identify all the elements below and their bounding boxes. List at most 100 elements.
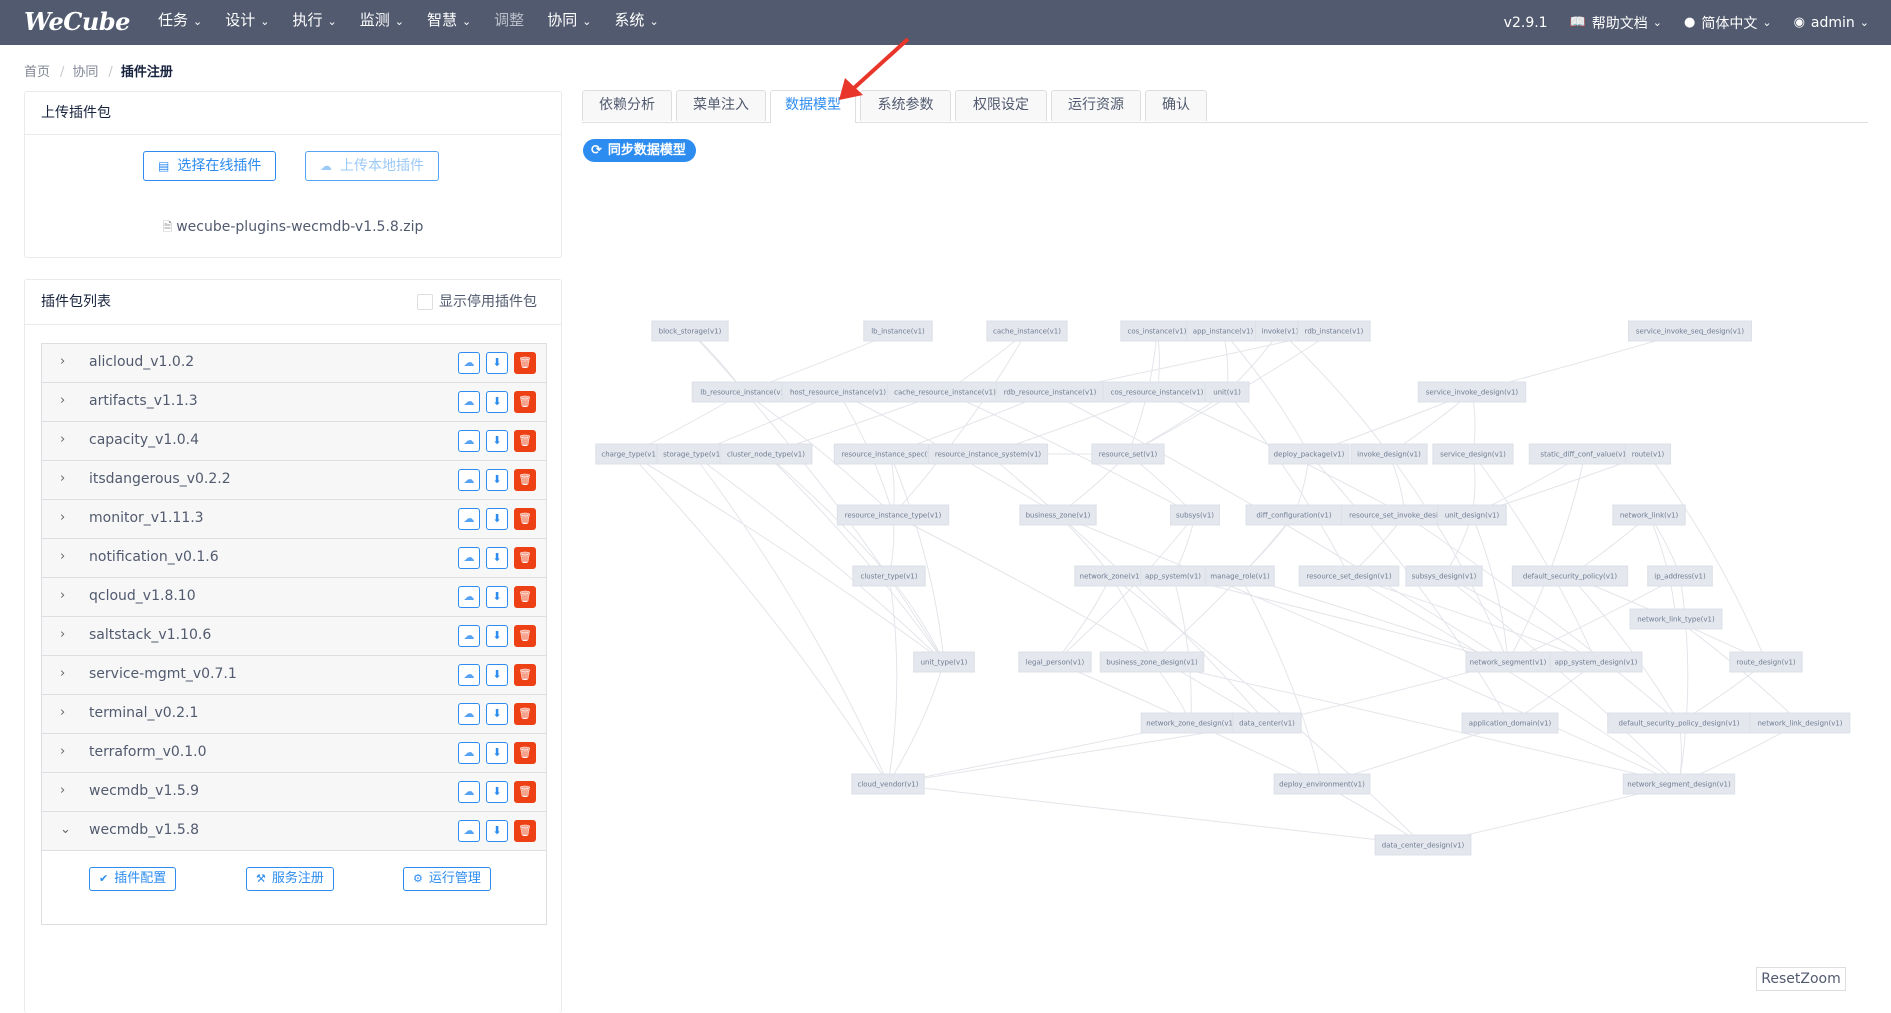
entity-node[interactable]: cache_instance(v1) <box>986 320 1068 342</box>
entity-node[interactable]: application_domain(v1) <box>1461 712 1559 734</box>
entity-node-label: resource_instance_type(v1) <box>845 512 942 520</box>
entity-node[interactable]: cos_instance(v1) <box>1120 320 1194 342</box>
entity-node[interactable]: resource_instance_type(v1) <box>836 504 950 526</box>
data-model-graph[interactable]: block_storage(v1) lb_instance(v1) cache_in… <box>0 0 1891 1012</box>
entity-node[interactable]: rdb_resource_instance(v1) <box>995 381 1105 403</box>
entity-node-label: rdb_instance(v1) <box>1305 328 1364 336</box>
entity-node[interactable]: cloud_vendor(v1) <box>851 773 925 795</box>
entity-node-label: app_system_design(v1) <box>1555 659 1638 667</box>
entity-node-label: network_segment_design(v1) <box>1627 781 1731 789</box>
entity-node[interactable]: data_center(v1) <box>1232 712 1302 734</box>
entity-node[interactable]: network_link_type(v1) <box>1629 608 1723 630</box>
entity-node[interactable]: subsys_design(v1) <box>1405 565 1483 587</box>
entity-node[interactable]: service_design(v1) <box>1432 443 1514 465</box>
entity-node-label: subsys_design(v1) <box>1412 573 1477 581</box>
entity-node-label: business_zone_design(v1) <box>1106 659 1198 667</box>
entity-node[interactable]: service_invoke_seq_design(v1) <box>1627 320 1753 342</box>
reset-zoom-button[interactable]: ResetZoom <box>1756 967 1846 991</box>
entity-node[interactable]: cluster_type(v1) <box>852 565 926 587</box>
entity-node[interactable]: network_link(v1) <box>1612 504 1686 526</box>
entity-node[interactable]: app_system(v1) <box>1140 565 1206 587</box>
entity-node-label: rdb_resource_instance(v1) <box>1004 389 1097 397</box>
entity-node[interactable]: cluster_node_type(v1) <box>719 443 813 465</box>
entity-node-label: unit_design(v1) <box>1445 512 1500 520</box>
entity-node[interactable]: app_system_design(v1) <box>1549 651 1643 673</box>
relation-edge <box>1279 330 1390 455</box>
entity-node[interactable]: app_instance(v1) <box>1186 320 1260 342</box>
entity-node[interactable]: host_resource_instance(v1) <box>781 381 895 403</box>
entity-node[interactable]: diff_configuration(v1) <box>1245 504 1343 526</box>
entity-node-label: cluster_node_type(v1) <box>727 451 805 459</box>
entity-node[interactable]: subsys(v1) <box>1170 504 1220 526</box>
entity-node[interactable]: deploy_package(v1) <box>1268 443 1350 465</box>
entity-node[interactable]: ip_address(v1) <box>1647 565 1713 587</box>
entity-node[interactable]: route_design(v1) <box>1729 651 1803 673</box>
entity-node[interactable]: business_zone_design(v1) <box>1099 651 1205 673</box>
entity-node[interactable]: network_zone_design(v1) <box>1140 712 1242 734</box>
entity-node[interactable]: default_security_policy_design(v1) <box>1607 712 1751 734</box>
entity-node[interactable]: network_link_design(v1) <box>1749 712 1851 734</box>
relation-edge <box>892 514 1268 724</box>
relation-edge <box>1110 575 1424 846</box>
entity-node-label: block_storage(v1) <box>659 328 722 336</box>
entity-node[interactable]: rdb_instance(v1) <box>1297 320 1371 342</box>
entity-node-label: network_link_design(v1) <box>1757 720 1842 728</box>
entity-node[interactable]: manage_role(v1) <box>1205 565 1275 587</box>
entity-node[interactable]: unit_type(v1) <box>913 651 975 673</box>
relation-edge <box>1348 575 1680 785</box>
entity-node[interactable]: deploy_environment(v1) <box>1273 773 1371 795</box>
entity-node-label: network_zone_design(v1) <box>1146 720 1236 728</box>
entity-node-label: network_link_type(v1) <box>1637 616 1715 624</box>
entity-node[interactable]: unit_design(v1) <box>1437 504 1507 526</box>
entity-node-label: cache_instance(v1) <box>993 328 1061 336</box>
entity-node-label: subsys(v1) <box>1176 512 1214 520</box>
relation-edge <box>629 453 945 663</box>
entity-node-label: data_center(v1) <box>1239 720 1295 728</box>
entity-node-label: diff_configuration(v1) <box>1256 512 1331 520</box>
entity-node[interactable]: invoke(v1) <box>1255 320 1305 342</box>
entity-node-label: static_diff_conf_value(v1) <box>1540 451 1629 459</box>
entity-node-label: cos_resource_instance(v1) <box>1111 389 1204 397</box>
entity-node-label: deploy_environment(v1) <box>1279 781 1365 789</box>
entity-node[interactable]: network_segment(v1) <box>1465 651 1551 673</box>
relation-edge <box>892 330 1028 516</box>
entity-node[interactable]: unit(v1) <box>1204 381 1250 403</box>
relation-edge <box>689 330 945 663</box>
entity-node[interactable]: resource_set_design(v1) <box>1298 565 1400 587</box>
entity-node[interactable]: network_segment_design(v1) <box>1622 773 1736 795</box>
relation-edge <box>1172 575 1192 724</box>
entity-node-label: route(v1) <box>1632 451 1665 459</box>
entity-node-label: service_invoke_seq_design(v1) <box>1636 328 1744 336</box>
entity-node[interactable]: cos_resource_instance(v1) <box>1102 381 1212 403</box>
entity-node-label: data_center_design(v1) <box>1382 842 1465 850</box>
relation-edge <box>1678 575 1689 785</box>
entity-node[interactable]: data_center_design(v1) <box>1374 834 1472 856</box>
entity-node-label: service_invoke_design(v1) <box>1426 389 1519 397</box>
entity-node-label: cache_resource_instance(v1) <box>894 389 996 397</box>
entity-node[interactable]: resource_instance_system(v1) <box>927 443 1049 465</box>
entity-node-label: legal_person(v1) <box>1026 659 1085 667</box>
entity-node[interactable]: lb_instance(v1) <box>863 320 933 342</box>
entity-node[interactable]: storage_type(v1) <box>656 443 730 465</box>
entity-node[interactable]: static_diff_conf_value(v1) <box>1528 443 1642 465</box>
relation-edge <box>1057 514 1680 785</box>
entity-node-label: manage_role(v1) <box>1210 573 1270 581</box>
entity-node-label: host_resource_instance(v1) <box>790 389 886 397</box>
entity-node[interactable]: route(v1) <box>1624 443 1672 465</box>
entity-node-label: app_instance(v1) <box>1193 328 1254 336</box>
entity-node-label: charge_type(v1) <box>601 451 659 459</box>
entity-node[interactable]: service_invoke_design(v1) <box>1417 381 1527 403</box>
entity-node[interactable]: network_zone(v1) <box>1074 565 1148 587</box>
entity-node[interactable]: legal_person(v1) <box>1018 651 1092 673</box>
relation-edge <box>692 453 945 663</box>
entity-node[interactable]: cache_resource_instance(v1) <box>886 381 1004 403</box>
entity-node[interactable]: default_security_policy(v1) <box>1511 565 1629 587</box>
relation-edge <box>1647 453 1767 663</box>
entity-node[interactable]: lb_resource_instance(v1) <box>691 381 797 403</box>
entity-node[interactable]: business_zone(v1) <box>1019 504 1097 526</box>
relation-edge <box>1049 391 1509 663</box>
entity-node[interactable]: charge_type(v1) <box>595 443 665 465</box>
entity-node[interactable]: resource_set(v1) <box>1091 443 1165 465</box>
entity-node[interactable]: invoke_design(v1) <box>1350 443 1428 465</box>
entity-node[interactable]: block_storage(v1) <box>651 320 729 342</box>
